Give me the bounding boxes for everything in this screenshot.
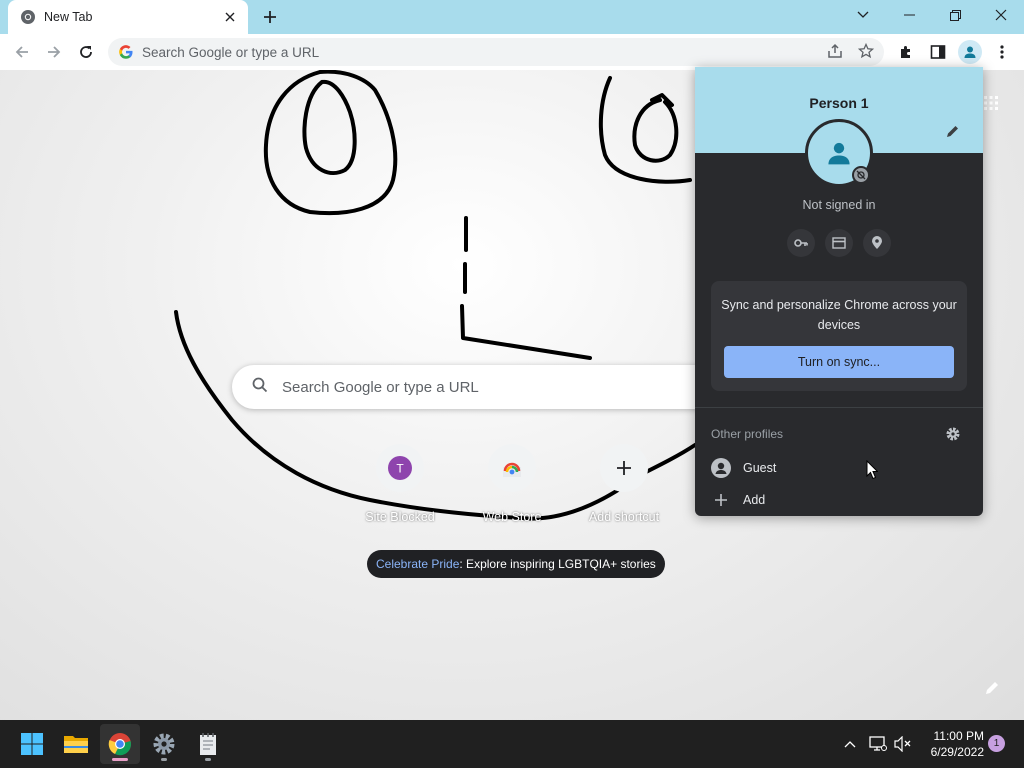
shortcut-label: Web Store xyxy=(482,510,542,524)
promo-link[interactable]: Celebrate Pride xyxy=(376,557,459,571)
bookmark-star-icon[interactable] xyxy=(855,40,877,62)
clock-date: 6/29/2022 xyxy=(930,745,984,759)
letter-t-icon: T xyxy=(388,456,412,480)
sync-card: Sync and personalize Chrome across your … xyxy=(711,281,967,391)
toolbar: Search Google or type a URL xyxy=(0,34,1024,70)
share-icon[interactable] xyxy=(824,40,846,62)
folder-icon xyxy=(64,736,88,753)
plus-icon xyxy=(617,461,631,475)
shortcut-tile xyxy=(488,444,536,492)
guest-avatar-icon xyxy=(711,458,731,478)
guest-profile-item[interactable]: Guest xyxy=(711,456,951,480)
shortcut-label: Site Blocked xyxy=(365,510,435,524)
other-profiles-heading: Other profiles xyxy=(711,427,784,441)
tab-title: New Tab xyxy=(44,10,93,24)
search-icon xyxy=(252,377,268,398)
addresses-pin-icon[interactable] xyxy=(863,229,891,257)
notepad-taskbar-button[interactable] xyxy=(188,724,228,764)
reload-button[interactable] xyxy=(74,40,98,64)
sync-paused-icon xyxy=(852,166,870,184)
sync-message: Sync and personalize Chrome across your … xyxy=(721,298,957,332)
promo-banner[interactable]: Celebrate Pride : Explore inspiring LGBT… xyxy=(367,550,665,578)
settings-taskbar-button[interactable] xyxy=(144,724,184,764)
manage-profiles-gear-icon[interactable] xyxy=(945,426,961,442)
mouse-cursor-icon xyxy=(866,460,878,480)
promo-text: : Explore inspiring LGBTQIA+ stories xyxy=(459,557,656,571)
chrome-taskbar-button[interactable] xyxy=(100,724,140,764)
google-icon xyxy=(118,44,134,60)
running-indicator xyxy=(161,758,167,761)
plus-icon xyxy=(711,490,731,510)
shortcut-add[interactable]: Add shortcut xyxy=(574,444,674,524)
running-indicator xyxy=(205,758,211,761)
restore-button[interactable] xyxy=(932,0,978,30)
passwords-key-icon[interactable] xyxy=(787,229,815,257)
chrome-icon xyxy=(20,9,36,25)
file-explorer-button[interactable] xyxy=(56,724,96,764)
profile-avatar-button[interactable] xyxy=(958,40,982,64)
svg-text:T: T xyxy=(396,462,404,476)
guest-label: Guest xyxy=(743,461,777,475)
more-menu-icon[interactable] xyxy=(990,40,1014,64)
add-profile-item[interactable]: Add xyxy=(711,488,951,512)
add-label: Add xyxy=(743,493,766,507)
shortcut-label: Add shortcut xyxy=(588,510,660,524)
payment-card-icon[interactable] xyxy=(825,229,853,257)
shortcut-web-store[interactable]: Web Store xyxy=(462,444,562,524)
clock-time: 11:00 PM xyxy=(933,729,984,743)
system-clock[interactable]: 11:00 PM 6/29/2022 xyxy=(914,728,984,760)
profile-menu: Person 1 Not signed in Sync and personal… xyxy=(695,67,983,516)
shortcut-tile xyxy=(600,444,648,492)
windows-logo-icon xyxy=(21,733,43,755)
shortcut-site-blocked[interactable]: T Site Blocked xyxy=(350,444,450,524)
notification-badge[interactable]: 1 xyxy=(988,735,1005,752)
shortcut-tile: T xyxy=(376,444,424,492)
notepad-icon xyxy=(200,733,216,755)
person-icon xyxy=(828,142,850,165)
back-button[interactable] xyxy=(10,40,34,64)
web-store-icon xyxy=(503,462,521,477)
volume-muted-icon[interactable] xyxy=(893,734,913,754)
new-tab-button[interactable] xyxy=(258,6,282,28)
customize-pencil-icon[interactable] xyxy=(984,680,1000,696)
tab-strip: New Tab xyxy=(0,0,1024,34)
chrome-icon xyxy=(108,733,131,756)
extensions-icon[interactable] xyxy=(894,40,918,64)
ntp-search-placeholder: Search Google or type a URL xyxy=(282,378,479,396)
turn-on-sync-button[interactable]: Turn on sync... xyxy=(724,346,954,378)
show-hidden-icons-chevron-icon[interactable] xyxy=(840,734,860,754)
tab-new-tab[interactable]: New Tab xyxy=(8,0,248,34)
side-panel-icon[interactable] xyxy=(926,40,950,64)
omnibox-placeholder: Search Google or type a URL xyxy=(142,44,320,60)
network-icon[interactable] xyxy=(868,734,888,754)
minimize-button[interactable] xyxy=(886,0,932,30)
profile-name: Person 1 xyxy=(809,95,869,111)
start-button[interactable] xyxy=(12,724,52,764)
active-indicator xyxy=(112,758,128,761)
omnibox[interactable]: Search Google or type a URL xyxy=(108,38,884,66)
taskbar: 11:00 PM 6/29/2022 1 xyxy=(0,720,1024,768)
gear-icon xyxy=(153,733,175,755)
divider xyxy=(695,407,983,408)
forward-button[interactable] xyxy=(42,40,66,64)
apps-grid-icon[interactable] xyxy=(984,96,998,110)
tab-search-chevron-icon[interactable] xyxy=(840,0,886,30)
close-window-button[interactable] xyxy=(978,0,1024,30)
sign-in-status: Not signed in xyxy=(802,198,876,212)
edit-pencil-icon[interactable] xyxy=(945,123,961,139)
close-tab-icon[interactable] xyxy=(222,9,238,25)
